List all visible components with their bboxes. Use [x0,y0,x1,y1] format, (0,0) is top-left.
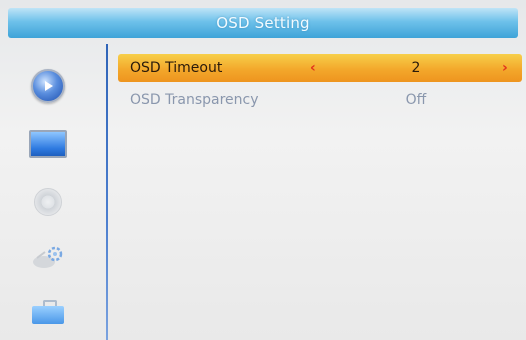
sidebar-item-av[interactable] [26,66,70,106]
setting-label: OSD Timeout [130,60,223,76]
setting-value: Off [405,92,427,108]
arrow-left-icon[interactable]: ‹ [310,60,316,76]
sidebar-item-installation[interactable] [26,238,70,278]
page-title: OSD Setting [216,14,310,32]
toolbox-icon [32,300,64,324]
tv-menu-screen: OSD Setting OSD Timeout ‹ 2 › OSD Transp… [0,0,526,340]
setting-row-osd-transparency[interactable]: OSD Transparency Off [118,86,522,114]
title-bar: OSD Setting [8,8,518,38]
sidebar-item-media[interactable] [26,182,70,222]
setting-value: 2 [411,60,421,76]
sidebar-item-tools[interactable] [26,292,70,332]
setting-row-osd-timeout[interactable]: OSD Timeout ‹ 2 › [118,54,522,82]
sidebar-divider [106,44,108,340]
settings-list: OSD Timeout ‹ 2 › OSD Transparency Off [118,48,522,338]
arrow-right-icon[interactable]: › [502,60,508,76]
disc-icon [34,188,62,216]
satellite-gear-icon [33,246,63,268]
setting-label: OSD Transparency [130,92,259,108]
play-icon [31,69,65,103]
sidebar-item-picture[interactable] [26,124,70,164]
tv-icon [29,130,67,158]
